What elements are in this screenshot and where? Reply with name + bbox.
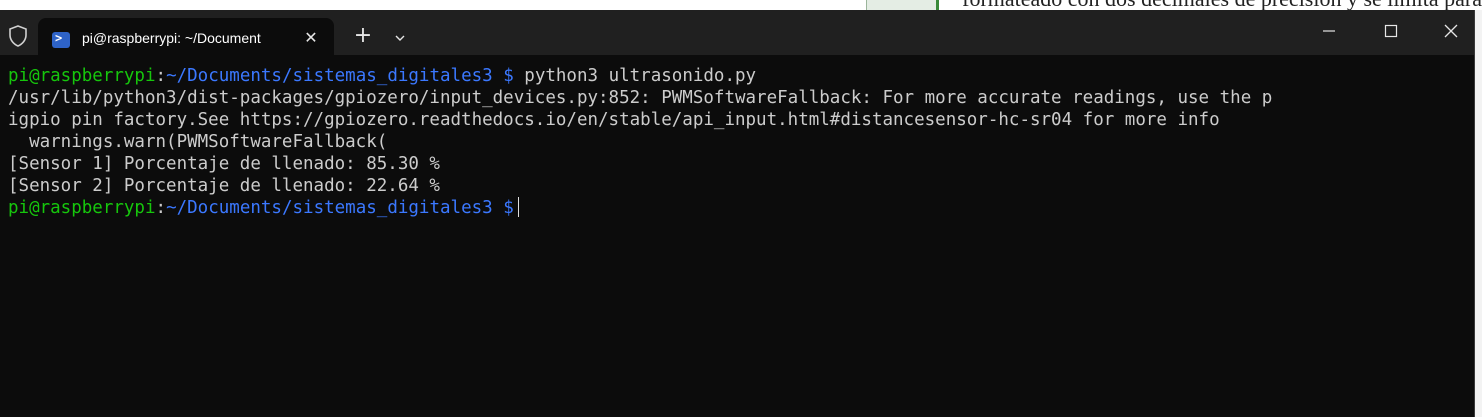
tab-title: pi@raspberrypi: ~/Document <box>82 30 261 46</box>
terminal-window: > pi@raspberrypi: ~/Document ✕ + pi@rasp… <box>0 10 1475 417</box>
background-green-bar <box>936 0 939 10</box>
output-line: [Sensor 2] Porcentaje de llenado: 22.64 … <box>8 176 440 196</box>
plus-icon: + <box>353 23 373 48</box>
output-line: /usr/lib/python3/dist-packages/gpiozero/… <box>8 88 1273 108</box>
new-tab-button[interactable]: + <box>350 24 376 50</box>
close-icon <box>1444 24 1458 38</box>
background-thumbnail <box>866 0 939 10</box>
prompt-separator: : <box>155 66 167 86</box>
output-line: [Sensor 1] Porcentaje de llenado: 85.30 … <box>8 154 440 174</box>
tab-dropdown-button[interactable] <box>388 26 412 50</box>
scrollbar[interactable] <box>1468 55 1474 417</box>
chevron-down-icon <box>395 35 405 41</box>
output-line: igpio pin factory.See https://gpiozero.r… <box>8 110 1220 130</box>
shield-icon <box>8 25 28 47</box>
minimize-icon <box>1323 30 1335 32</box>
prompt-separator: : <box>155 198 167 218</box>
command-line: pi@raspberrypi:~/Documents/sistemas_digi… <box>8 65 1474 87</box>
command-text: python3 ultrasonido.py <box>513 66 757 86</box>
prompt-user: pi@raspberrypi <box>8 198 156 218</box>
title-bar[interactable]: > pi@raspberrypi: ~/Document ✕ + <box>0 10 1474 63</box>
background-document-text: formateado con dos decimales de precisió… <box>962 0 1482 10</box>
close-window-button[interactable] <box>1434 16 1468 46</box>
minimize-button[interactable] <box>1312 16 1346 46</box>
background-document: formateado con dos decimales de precisió… <box>0 0 1482 10</box>
close-icon[interactable]: ✕ <box>300 27 322 49</box>
prompt-path: ~/Documents/sistemas_digitales3 $ <box>166 66 514 86</box>
output-line: warnings.warn(PWMSoftwareFallback( <box>8 132 388 152</box>
terminal-output[interactable]: pi@raspberrypi:~/Documents/sistemas_digi… <box>0 55 1474 417</box>
maximize-icon <box>1384 24 1398 38</box>
powershell-icon: > <box>52 31 70 48</box>
prompt-path: ~/Documents/sistemas_digitales3 $ <box>166 198 514 218</box>
text-cursor <box>517 197 520 217</box>
maximize-button[interactable] <box>1374 16 1408 46</box>
prompt-user: pi@raspberrypi <box>8 66 156 86</box>
current-prompt-line[interactable]: pi@raspberrypi:~/Documents/sistemas_digi… <box>8 197 1474 219</box>
